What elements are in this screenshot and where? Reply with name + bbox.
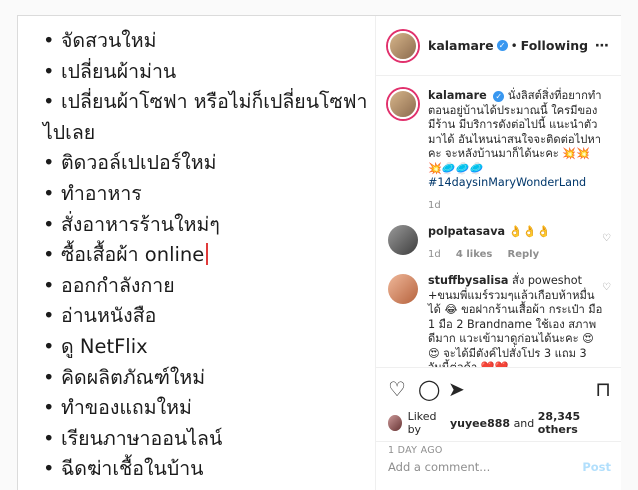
following-button[interactable]: Following	[521, 38, 588, 53]
list-item: • เปลี่ยนผ้าม่าน	[43, 59, 177, 83]
list-item: • คิดผลิตภัณฑ์ใหม่	[43, 365, 206, 389]
instagram-post-modal: • จัดสวนใหม่ • เปลี่ยนผ้าม่าน • เปลี่ยนผ้าโ…	[17, 15, 621, 490]
post-button[interactable]: Post	[582, 460, 611, 474]
more-options-icon[interactable]: ⋯	[595, 38, 610, 54]
avatar[interactable]	[388, 415, 402, 431]
list-item: • ติดวอล์เปเปอร์ใหม่	[43, 151, 217, 175]
comment-username[interactable]: polpatasava	[428, 225, 505, 238]
save-icon[interactable]: ⊓	[595, 378, 611, 400]
list-item: • ทำอาหาร	[43, 181, 142, 205]
list-item: • ดู NetFlix	[43, 334, 148, 358]
list-item: • ออกกำลังกาย	[43, 273, 175, 297]
comments-list[interactable]: kalamare ✓ นั่งลิสต์สิ่งที่อยากทำตอนอยู่…	[376, 77, 621, 367]
post-photo[interactable]: • จัดสวนใหม่ • เปลี่ยนผ้าม่าน • เปลี่ยนผ้าโ…	[18, 16, 375, 490]
verified-icon: ✓	[496, 40, 508, 51]
comment-like-icon[interactable]: ♡	[602, 282, 611, 293]
list-item: • เรียนภาษาออนไลน์	[43, 426, 223, 450]
text-cursor	[206, 243, 209, 266]
separator-dot: •	[510, 38, 518, 53]
comment-like-icon[interactable]: ♡	[602, 233, 611, 244]
header-username[interactable]: kalamare	[428, 38, 494, 53]
list-item: • เปลี่ยนผ้าโซฟา หรือไม่ก็เปลี่ยนโซฟาไปเล…	[43, 90, 368, 144]
list-item: • อ่านหนังสือ	[43, 304, 157, 328]
comment-item: stuffbysalisa สั่ง poweshot +ขนมพี่แมร์ร…	[388, 274, 611, 367]
avatar[interactable]	[388, 89, 418, 119]
comment-username[interactable]: stuffbysalisa	[428, 274, 508, 287]
post-header: kalamare ✓ • Following ⋯	[376, 16, 621, 76]
list-item: • สั่งอาหารร้านใหม่ๆ	[43, 212, 220, 236]
todo-list: • จัดสวนใหม่ • เปลี่ยนผ้าม่าน • เปลี่ยนผ้าโ…	[43, 26, 375, 485]
share-icon[interactable]: ➤	[448, 378, 465, 400]
comment-time[interactable]: 1d	[428, 249, 441, 260]
post-side-panel: kalamare ✓ • Following ⋯ kalamare ✓ นั่ง…	[375, 16, 621, 490]
avatar[interactable]	[388, 30, 418, 61]
action-icons: ♡ ◯ ➤ ⊓	[388, 378, 611, 402]
like-icon[interactable]: ♡	[388, 378, 406, 400]
avatar[interactable]	[388, 274, 418, 304]
caption: kalamare ✓ นั่งลิสต์สิ่งที่อยากทำตอนอยู่…	[388, 89, 611, 213]
reply-button[interactable]: Reply	[508, 249, 540, 260]
comment-icon[interactable]: ◯	[418, 378, 440, 400]
comment-likes[interactable]: 4 likes	[456, 249, 492, 260]
comment-meta: 1d 4 likes Reply	[428, 248, 603, 263]
comment-item: polpatasava 👌👌👌 1d 4 likes Reply ♡	[388, 225, 611, 262]
list-item: • ซื้อเสื้อผ้า online	[43, 240, 375, 271]
comment-input[interactable]	[388, 459, 583, 474]
list-item: • ฉีดฆ่าเชื้อในบ้าน	[43, 457, 204, 481]
list-item: • ทำของแถมใหม่	[43, 396, 192, 420]
likes-summary: Liked by yuyee888 and 28,345 others	[388, 410, 611, 436]
comment-text: สั่ง poweshot +ขนมพี่แมร์รวมๆแล้วเกือบห้…	[428, 274, 603, 367]
likes-user-link[interactable]: yuyee888	[450, 417, 510, 430]
likes-count-link[interactable]: 28,345 others	[538, 410, 611, 436]
add-comment-bar: Post	[376, 441, 621, 490]
caption-username[interactable]: kalamare	[428, 89, 487, 102]
avatar[interactable]	[388, 225, 418, 255]
comment-text: 👌👌👌	[508, 225, 551, 238]
caption-time[interactable]: 1d	[428, 200, 441, 211]
verified-icon: ✓	[493, 91, 505, 102]
hashtag-link[interactable]: #14daysinMaryWonderLand	[428, 176, 586, 189]
caption-meta: 1d	[428, 199, 603, 214]
list-item: • จัดสวนใหม่	[43, 29, 157, 52]
